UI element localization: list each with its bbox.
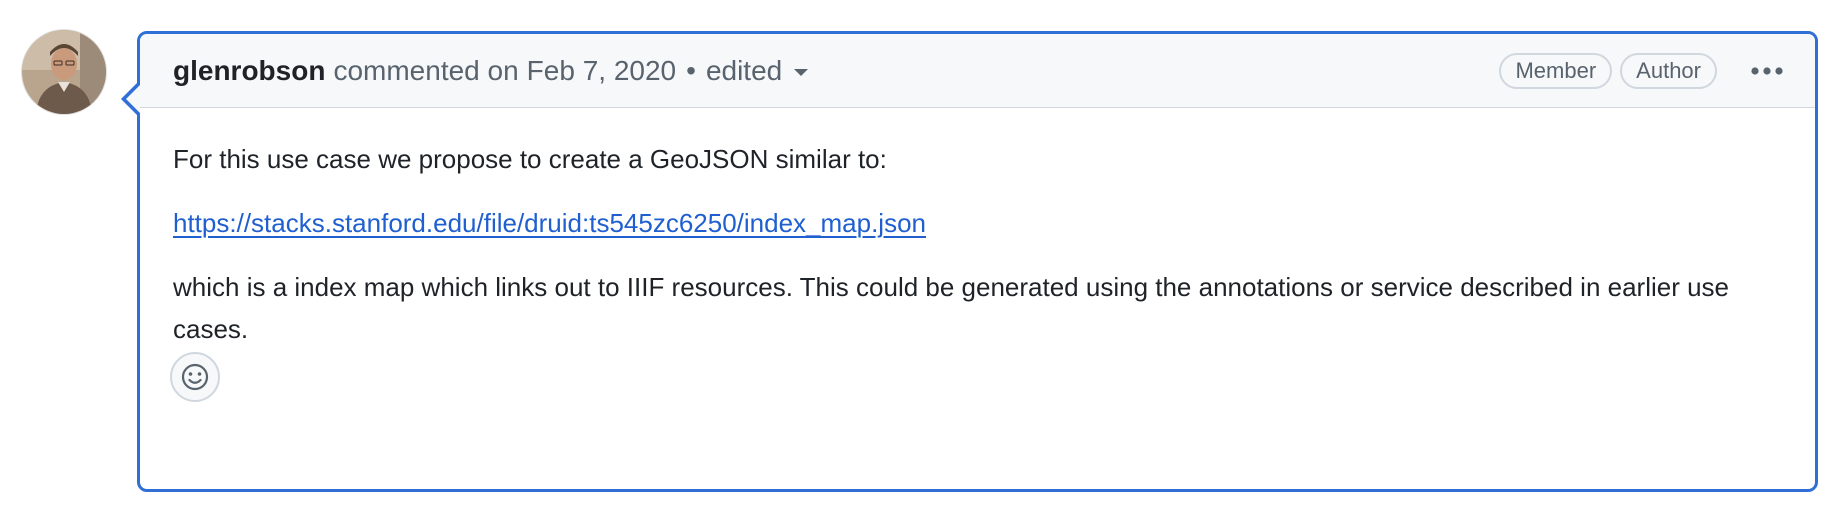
comment-body: For this use case we propose to create a… bbox=[140, 108, 1815, 350]
comment-thread-item: glenrobson commented on Feb 7, 2020 • ed… bbox=[0, 0, 1840, 516]
body-paragraph: which is a index map which links out to … bbox=[173, 272, 1730, 344]
comment-timestamp[interactable]: Feb 7, 2020 bbox=[527, 55, 676, 87]
separator-dot: • bbox=[686, 54, 696, 86]
avatar[interactable] bbox=[22, 30, 106, 114]
body-paragraph: For this use case we propose to create a… bbox=[173, 144, 887, 174]
author-link[interactable]: glenrobson bbox=[173, 55, 325, 87]
member-badge: Member bbox=[1499, 53, 1613, 89]
kebab-horizontal-icon[interactable] bbox=[1737, 49, 1797, 93]
action-text: commented on bbox=[333, 54, 519, 86]
triangle-down-icon bbox=[794, 69, 809, 76]
add-reaction-button[interactable] bbox=[170, 352, 220, 402]
author-badge: Author bbox=[1620, 53, 1717, 89]
comment-header: glenrobson commented on Feb 7, 2020 • ed… bbox=[140, 34, 1815, 108]
edited-label: edited bbox=[705, 54, 783, 86]
geojson-link[interactable]: https://stacks.stanford.edu/file/druid:t… bbox=[173, 208, 926, 238]
comment-box: glenrobson commented on Feb 7, 2020 • ed… bbox=[121, 31, 1818, 492]
edited-dropdown[interactable]: edited bbox=[705, 54, 809, 87]
smiley-icon bbox=[181, 363, 209, 391]
